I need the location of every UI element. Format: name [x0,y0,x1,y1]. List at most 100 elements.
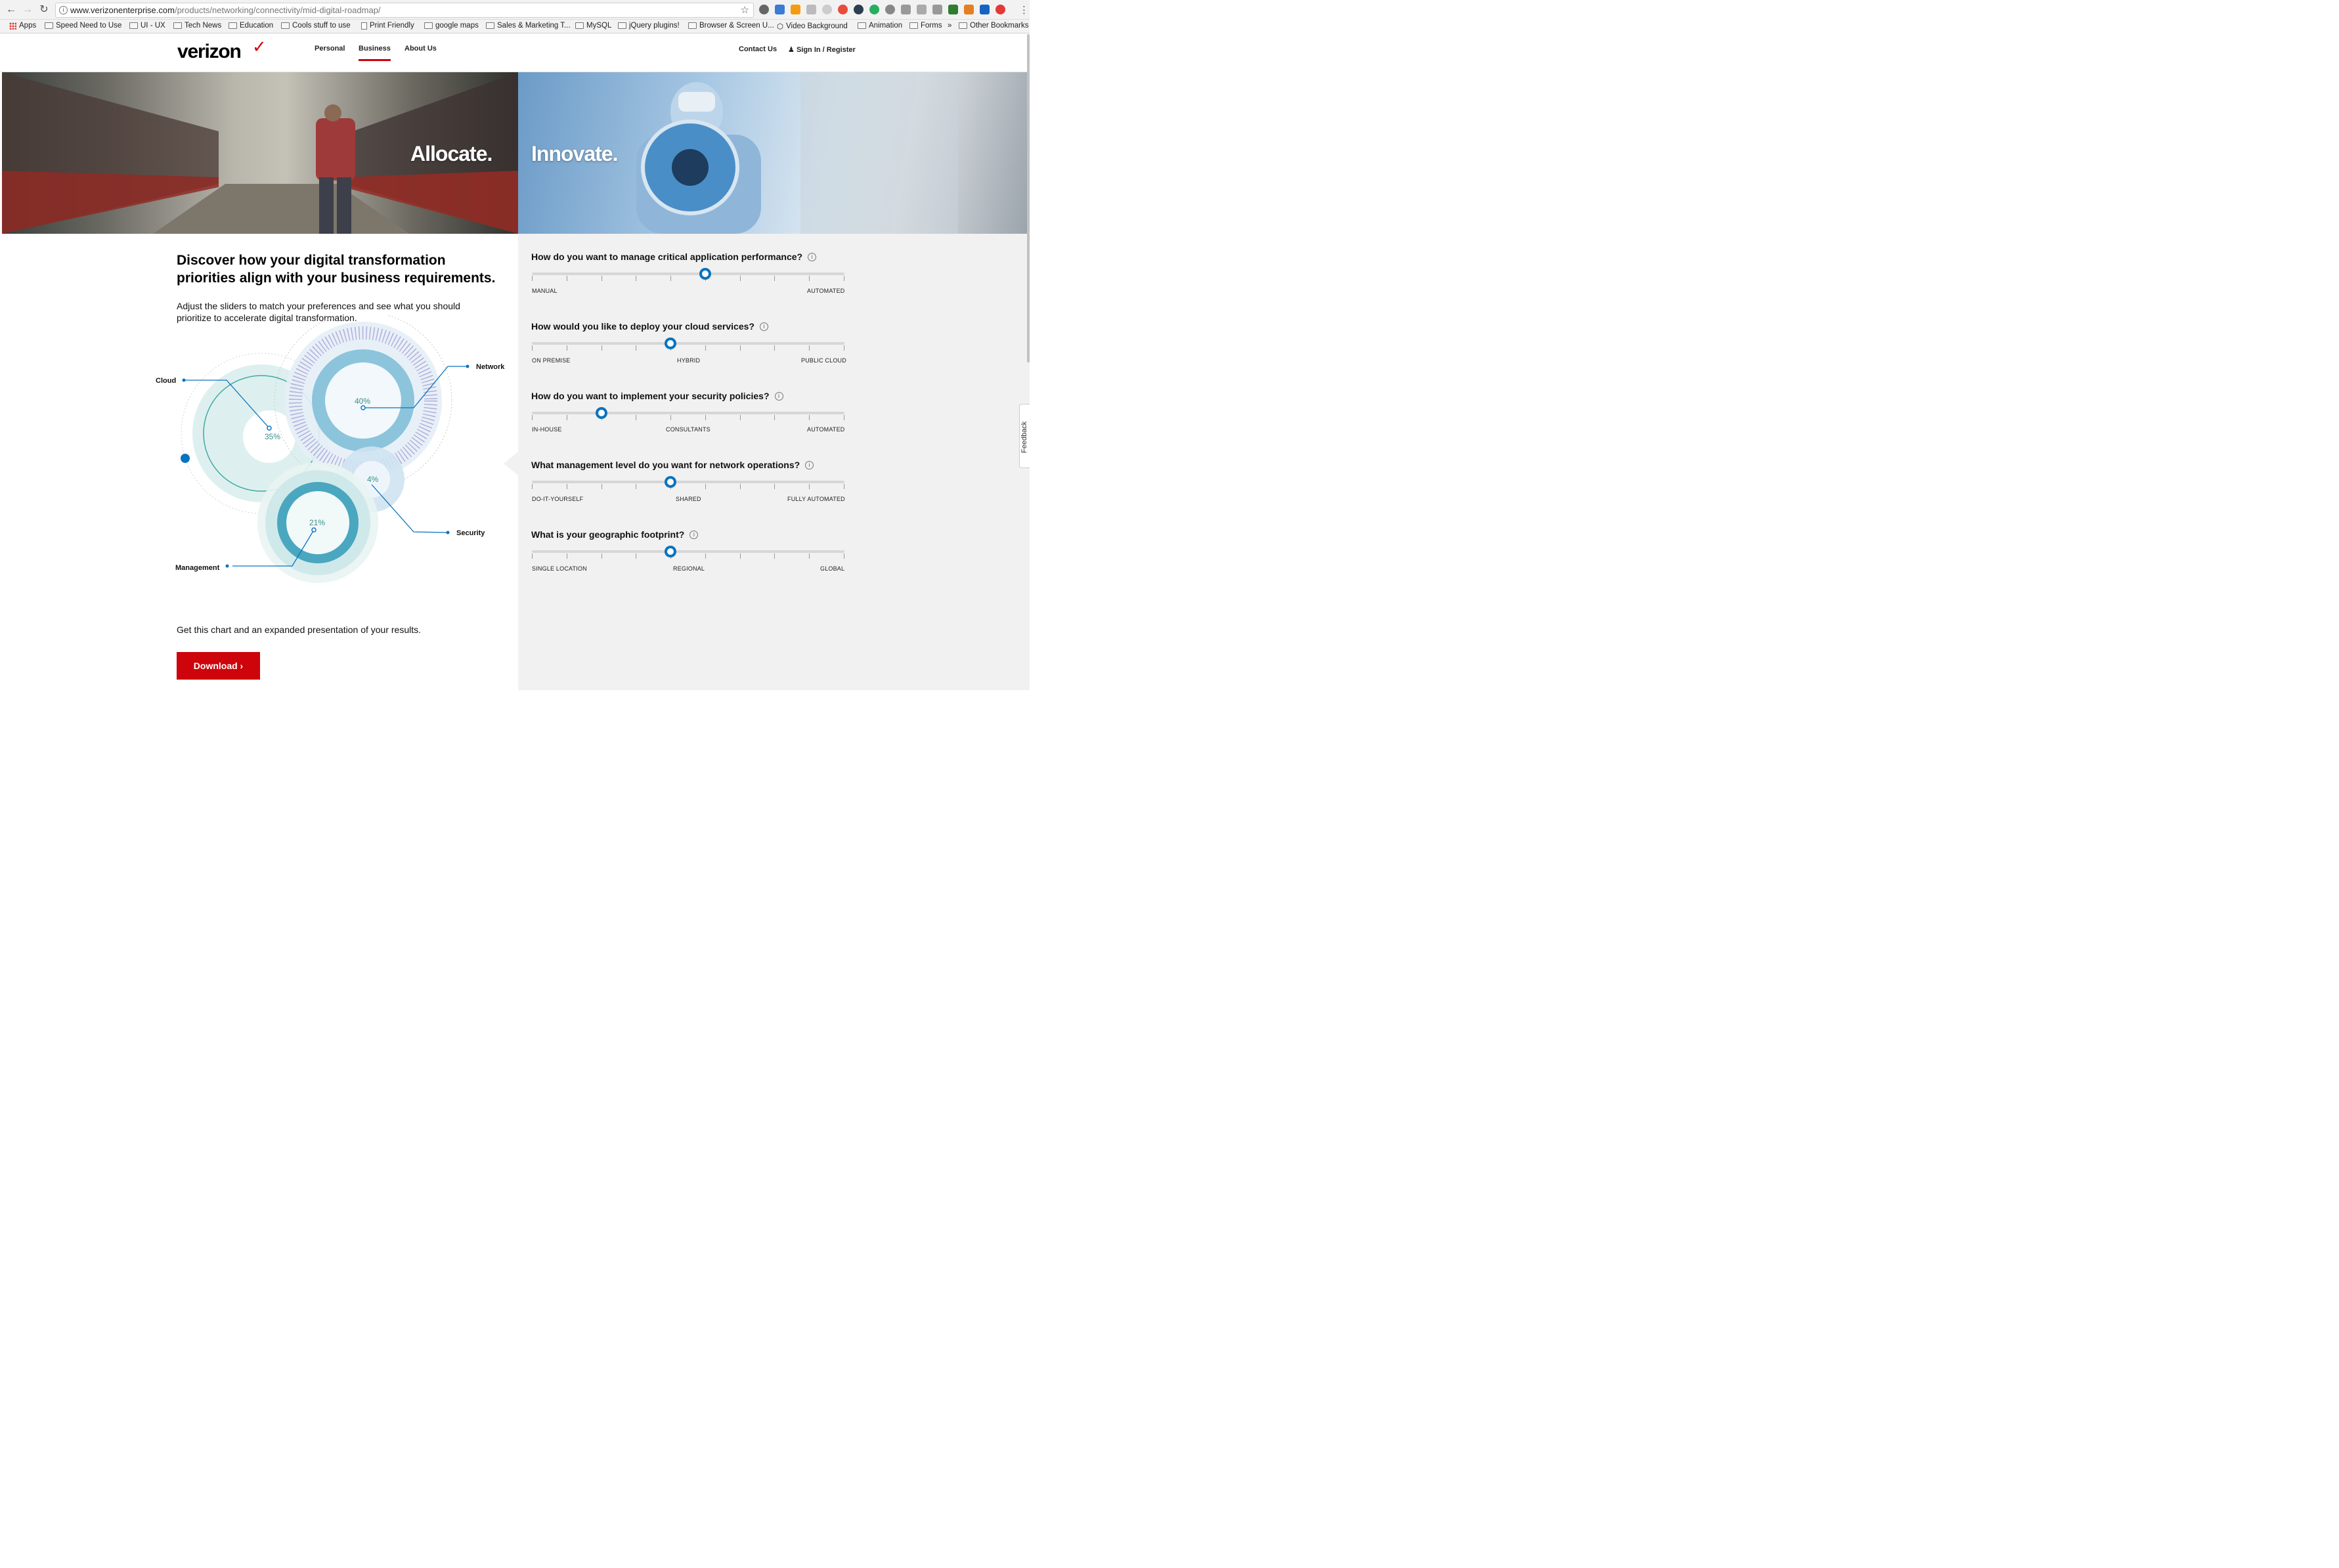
bookmark-folder[interactable]: Sales & Marketing T... [486,22,571,30]
hero-allocate-image: Allocate. [2,72,518,234]
scrollbar[interactable] [1027,34,1030,362]
nav-personal[interactable]: Personal [315,45,345,53]
nav-about-us[interactable]: About Us [404,45,437,53]
slider-tick [532,276,533,281]
extension-icon[interactable] [854,5,863,14]
address-bar[interactable]: i www.verizonenterprise.com/products/net… [55,3,754,18]
folder-icon [959,22,967,29]
bookmark-star-icon[interactable]: ☆ [741,3,749,17]
slider-tick [532,554,533,559]
extension-icon[interactable] [964,5,974,14]
bookmark-folder[interactable]: Browser & Screen U... [688,22,774,30]
hero-innovate-image: Innovate. [518,72,1030,234]
security-connector-dot [446,531,450,534]
bookmark-folder[interactable]: google maps [424,22,479,30]
slider-cloud-deploy[interactable] [532,338,844,351]
extension-icon[interactable] [759,5,769,14]
folder-icon [129,22,138,29]
hero-innovate-text: Innovate. [531,142,618,165]
question-cloud-deploy: How would you like to deploy your cloud … [531,321,768,332]
slider-app-performance[interactable] [532,268,844,281]
reload-icon[interactable]: ↻ [38,4,50,16]
extension-icon[interactable] [901,5,911,14]
slider-tick [740,554,741,559]
bookmark-apps[interactable]: Apps [9,22,36,30]
info-icon[interactable]: i [759,322,768,331]
slider-max-label: AUTOMATED [807,288,845,294]
sign-in-link[interactable]: ♟ Sign In / Register [788,45,856,54]
slider-tick [774,276,775,281]
slider-max-label: GLOBAL [820,565,845,572]
browser-menu-icon[interactable]: ⋮ [1019,4,1029,16]
feedback-tab[interactable]: Feedback [1019,404,1030,468]
slider-thumb[interactable] [699,268,711,280]
extension-icon[interactable] [932,5,942,14]
slider-geographic[interactable] [532,546,844,559]
extension-icon[interactable] [791,5,800,14]
extension-icon[interactable] [806,5,816,14]
more-bookmarks-chevron[interactable]: » [948,22,951,30]
extension-icon[interactable] [822,5,832,14]
bookmark-folder[interactable]: MySQL [575,22,611,30]
page-title: Discover how your digital transformation… [177,253,496,286]
extension-icon[interactable] [838,5,848,14]
slider-min-label: DO-IT-YOURSELF [532,496,584,502]
download-prompt: Get this chart and an expanded presentat… [177,624,422,635]
forward-icon[interactable]: → [22,4,33,16]
folder-icon [909,22,918,29]
extension-icon[interactable] [995,5,1005,14]
url-path: /products/networking/connectivity/mid-di… [174,5,381,15]
bookmark-folder[interactable]: Speed Need to Use [45,22,121,30]
back-icon[interactable]: ← [5,4,17,16]
security-label: Security [456,529,485,537]
info-icon[interactable]: i [59,6,68,14]
management-connector-dot [225,564,229,568]
preferences-panel: How do you want to manage critical appli… [518,234,1030,690]
extension-icon[interactable] [885,5,895,14]
info-icon[interactable]: i [805,461,814,469]
slider-tick [532,345,533,351]
slider-thumb[interactable] [665,476,676,488]
slider-security[interactable] [532,407,844,420]
bookmark-folder[interactable]: Animation [858,22,902,30]
bookmark-folder[interactable]: Tech News [173,22,221,30]
extension-icon[interactable] [775,5,785,14]
bookmark-folder[interactable]: Cools stuff to use [281,22,351,30]
bookmark-folder[interactable]: Education [229,22,273,30]
slider-thumb[interactable] [665,546,676,557]
bookmark-link[interactable]: Print Friendly [361,22,414,30]
slider-network-ops[interactable] [532,476,844,489]
slider-tick [601,484,602,489]
folder-icon [281,22,290,29]
question-app-performance: How do you want to manage critical appli… [531,251,817,262]
slider-tick [740,484,741,489]
info-icon[interactable]: i [689,531,699,539]
slider-tick [601,554,602,559]
extension-icon[interactable] [948,5,958,14]
nav-business[interactable]: Business [359,45,391,61]
bookmark-folder[interactable]: Forms [909,22,942,30]
bookmark-link[interactable]: ⬡ Video Background [777,22,848,31]
extension-icon[interactable] [869,5,879,14]
slider-thumb[interactable] [665,338,676,349]
security-percent: 4% [367,475,379,484]
bookmark-folder[interactable]: Other Bookmarks [959,22,1028,30]
extension-icon[interactable] [980,5,990,14]
url-domain: www.verizonenterprise.com [70,5,175,15]
bookmark-folder[interactable]: jQuery plugins! [618,22,680,30]
info-icon[interactable]: i [774,392,783,401]
verizon-logo[interactable]: verizon ✓ [177,37,267,63]
download-button[interactable]: Download › [177,652,260,680]
slider-min-label: MANUAL [532,288,557,294]
info-icon[interactable]: i [808,253,817,261]
slider-tick [705,415,706,420]
slider-thumb[interactable] [596,407,607,419]
slider-min-label: IN-HOUSE [532,426,562,433]
extension-icon[interactable] [917,5,927,14]
contact-us-link[interactable]: Contact Us [739,45,777,53]
management-percent: 21% [309,518,325,527]
bookmark-folder[interactable]: UI - UX [129,22,165,30]
slider-tick [809,276,810,281]
user-icon: ♟ [788,46,795,54]
bookmarks-bar: Apps Speed Need to Use UI - UX Tech News… [0,20,1030,33]
